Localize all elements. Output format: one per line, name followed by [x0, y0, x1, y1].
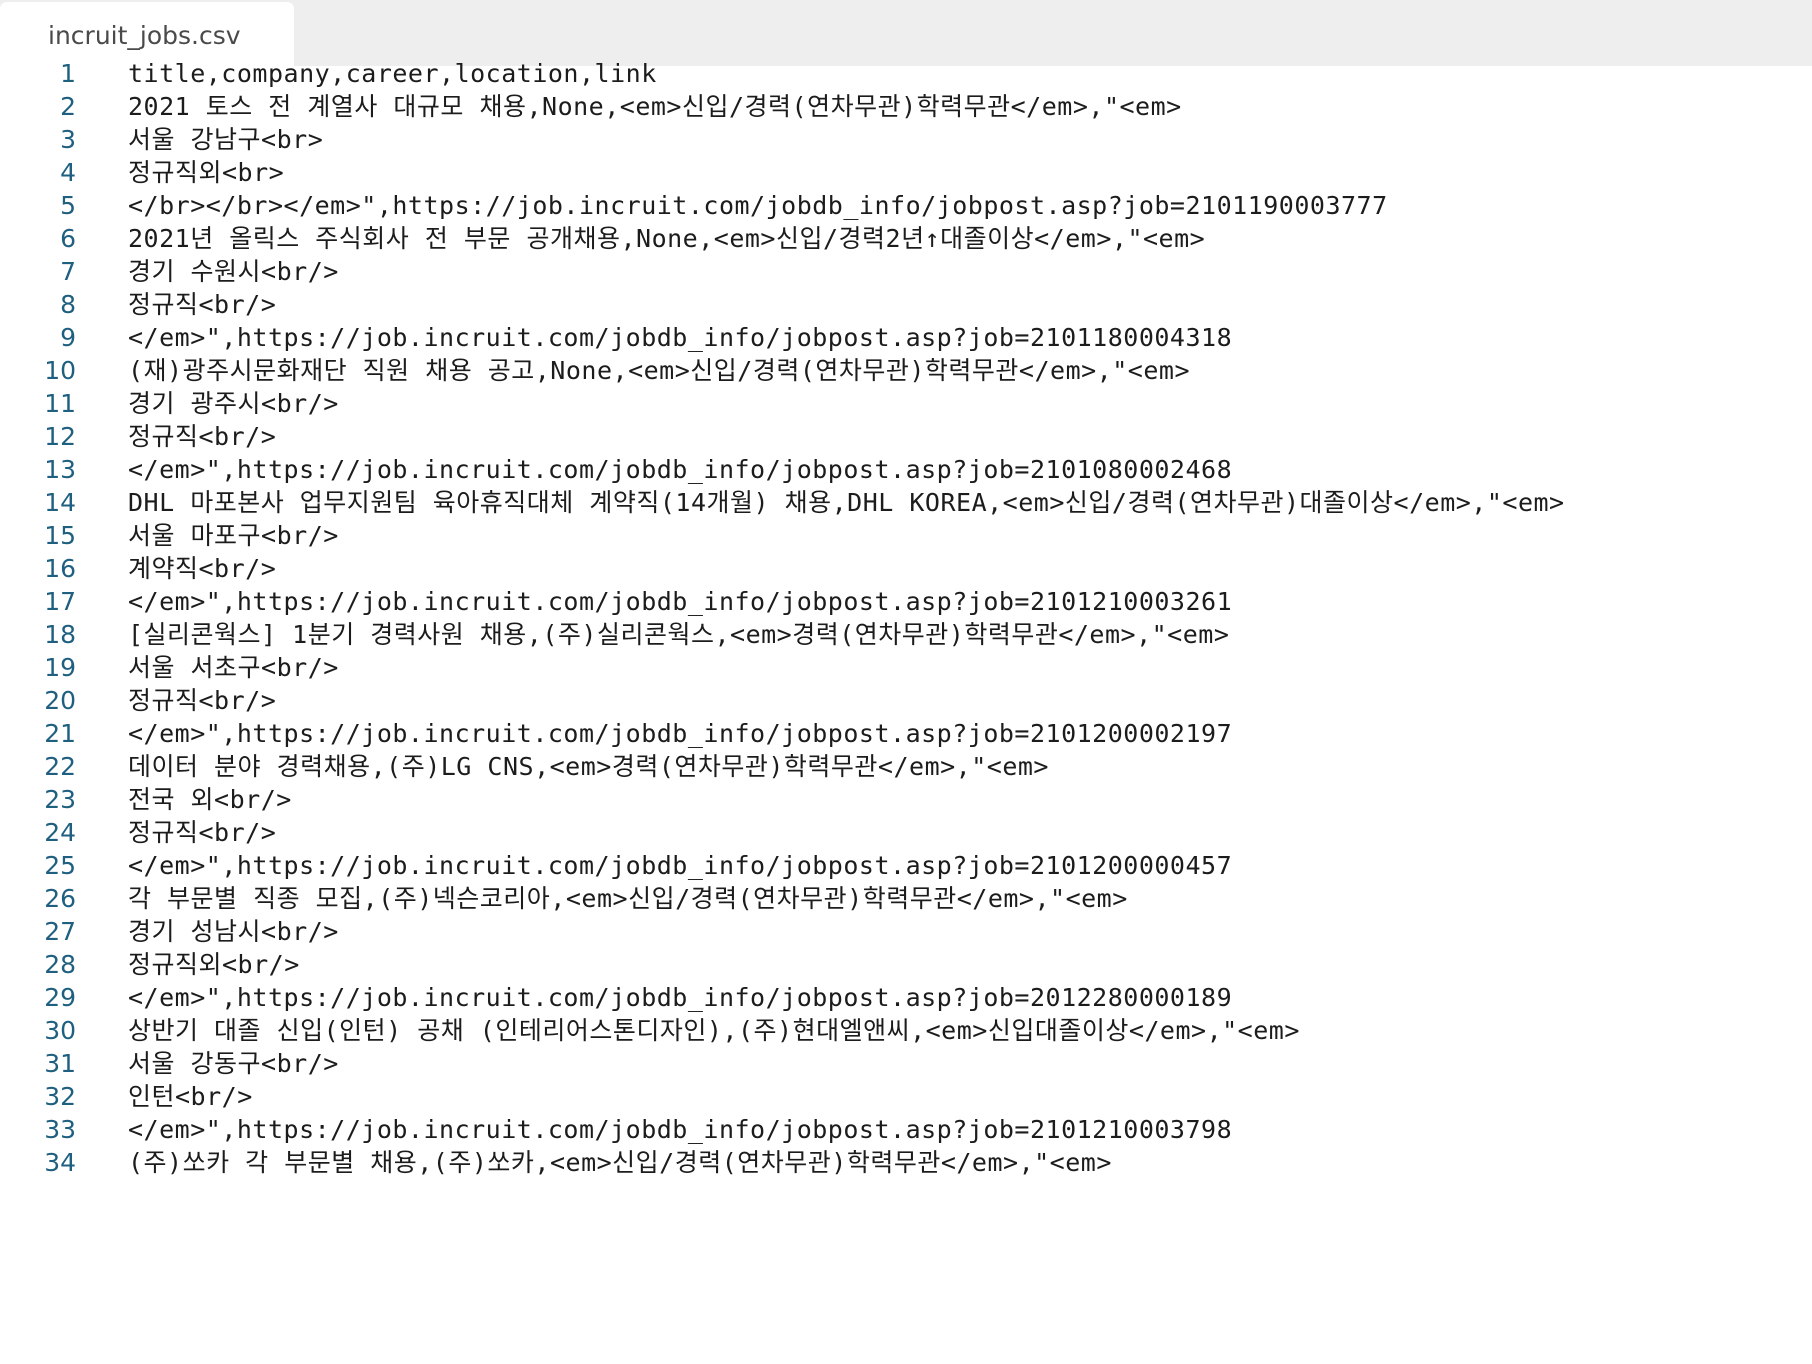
line-number: 34 — [44, 1148, 76, 1177]
tab-label: incruit_jobs.csv — [48, 21, 241, 50]
code-line[interactable]: 34 (주)쏘카 각 부문별 채용,(주)쏘카,<em>신입/경력(연차무관)학력… — [0, 1144, 1812, 1182]
code-editor[interactable]: 1 title,company,career,location,link 2 2021… — [0, 59, 1812, 1364]
line-text: (주)쏘카 각 부문별 채용,(주)쏘카,<em>신입/경력(연차무관)학력무관… — [128, 1148, 1112, 1177]
